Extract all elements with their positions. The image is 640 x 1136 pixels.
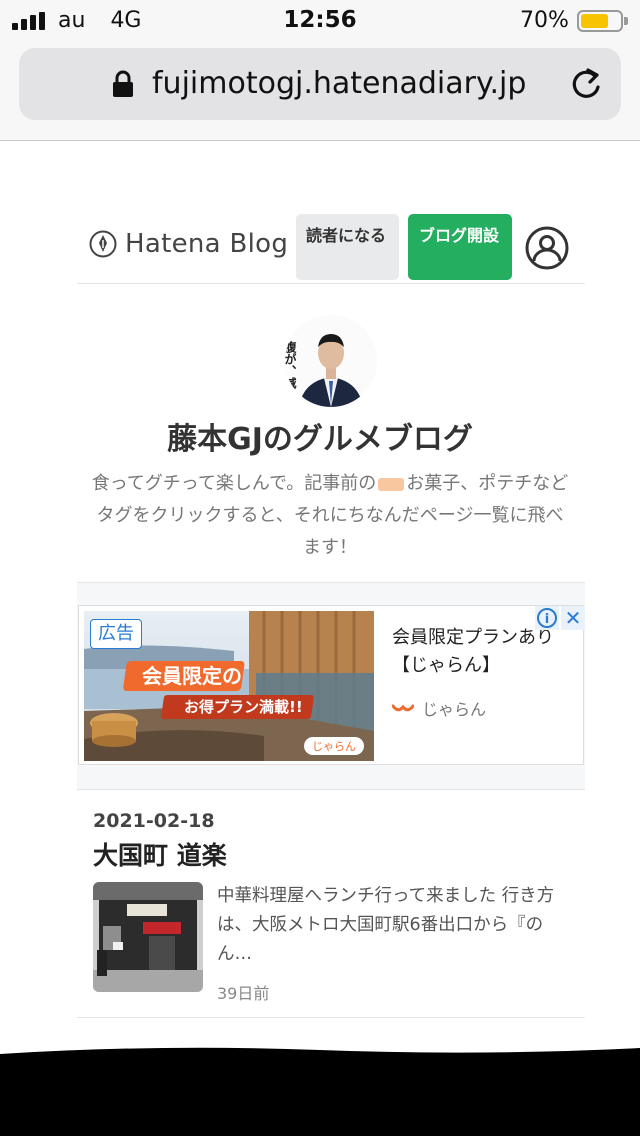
ad-label: 広告 — [90, 619, 142, 649]
browser-chrome: fujimotogj.hatenadiary.jp — [0, 42, 640, 141]
description-text-part1: 食ってグチって楽しんで。記事前の — [91, 473, 377, 494]
adchoices-info-icon[interactable]: i — [535, 606, 559, 630]
blog-description: 食ってグチって楽しんで。記事前の お菓子、ポテチなどタグをクリックすると、それにち… — [90, 468, 570, 564]
ad-area: 会員限定の お得プラン満載!! じゃらん 広告 会員限定プランあり【じゃらん】 … — [77, 582, 585, 790]
blog-avatar[interactable]: 腹が、減った — [285, 315, 377, 407]
info-icon: i — [537, 608, 557, 628]
avatar-caption: 腹が、減った — [285, 340, 297, 407]
battery-percent: 70% — [520, 8, 569, 33]
ad-brand-name: じゃらん — [422, 700, 487, 719]
entry-title[interactable]: 大国町 道楽 — [93, 836, 227, 872]
ad-image-subline: お得プラン満載!! — [184, 698, 303, 716]
ad-advertiser[interactable]: じゃらん — [392, 698, 487, 719]
entry-excerpt: 中華料理屋へランチ行って来ました 行き方は、大阪メトロ大国町駅6番出口から『のん… — [217, 886, 555, 964]
battery-icon — [577, 10, 623, 32]
start-blog-button[interactable]: ブログ開設 — [408, 214, 512, 280]
address-bar[interactable]: fujimotogj.hatenadiary.jp — [19, 48, 621, 120]
user-account-icon[interactable] — [525, 226, 569, 270]
info-glyph: i — [545, 612, 549, 627]
battery-tip — [624, 17, 628, 25]
ad-title[interactable]: 会員限定プランあり【じゃらん】 — [392, 624, 582, 680]
battery-fill — [581, 14, 608, 28]
entry-card[interactable]: 2021-02-18 大国町 道楽 中華料理屋へランチ行って来ました 行き方は、… — [77, 790, 585, 1018]
hatena-blog-header: Hatena Blog 読者になる ブログ開設 — [77, 212, 585, 284]
restaurant-photo — [93, 882, 203, 992]
close-icon[interactable]: ✕ — [561, 606, 585, 630]
avatar-image: 腹が、減った — [285, 315, 377, 407]
url-text[interactable]: fujimotogj.hatenadiary.jp — [152, 66, 526, 101]
lock-icon — [113, 70, 133, 97]
ad-banner[interactable]: 会員限定の お得プラン満載!! じゃらん 広告 会員限定プランあり【じゃらん】 … — [78, 605, 585, 765]
entry-thumbnail[interactable] — [93, 882, 203, 992]
status-bar: au 4G 12:56 70% — [0, 0, 640, 42]
reload-icon[interactable] — [569, 66, 603, 102]
ad-image-logo: じゃらん — [312, 740, 356, 753]
ad-image[interactable]: 会員限定の お得プラン満載!! じゃらん 広告 — [84, 611, 374, 761]
tag-swatch — [378, 477, 405, 491]
jalan-logo-icon — [392, 704, 414, 712]
entry-time-ago: 39日前 — [217, 984, 270, 1003]
redaction-mark — [0, 1047, 640, 1136]
blog-title[interactable]: 藤本GJのグルメブログ — [0, 414, 640, 458]
hatena-blog-logo[interactable]: Hatena Blog — [89, 229, 288, 259]
become-reader-button[interactable]: 読者になる — [296, 214, 399, 280]
ad-image-headline: 会員限定の — [142, 664, 242, 688]
logo-text: Hatena Blog — [125, 229, 289, 259]
entry-date: 2021-02-18 — [93, 810, 215, 832]
pen-nib-icon — [89, 230, 117, 258]
